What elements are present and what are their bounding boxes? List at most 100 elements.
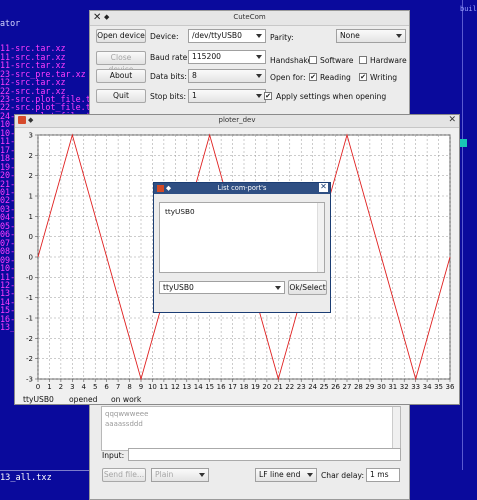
terminal-cursor (460, 139, 467, 147)
open-device-button[interactable]: Open device (96, 29, 146, 43)
close-icon[interactable]: ✕ (448, 115, 456, 125)
device-value: /dev/ttyUSB0 (192, 31, 242, 40)
x-tick-label: 16 (217, 383, 226, 391)
x-tick-label: 15 (205, 383, 214, 391)
x-tick-label: 28 (354, 383, 363, 391)
status-bar: ttyUSB0 opened on work (15, 394, 459, 406)
dialog-title: List com-port's (217, 184, 267, 192)
input-field[interactable] (128, 448, 401, 461)
apply-settings-checkbox[interactable]: ✔ (264, 92, 272, 100)
x-tick-label: 31 (388, 383, 397, 391)
port-select-combo[interactable]: ttyUSB0 (159, 281, 285, 294)
status-mode: on work (111, 395, 142, 404)
send-file-button[interactable]: Send file... (102, 468, 146, 482)
x-tick-label: 3 (70, 383, 74, 391)
plain-value: Plain (155, 470, 174, 479)
close-device-button[interactable]: Close device (96, 51, 146, 74)
y-tick-label: -2 (26, 335, 33, 343)
ok-select-button[interactable]: Ok/Select (288, 280, 327, 295)
software-checkbox[interactable] (309, 56, 317, 64)
x-tick-label: 32 (400, 383, 409, 391)
dialog-titlebar[interactable]: ◆ List com-port's ✕ (154, 183, 330, 194)
reading-label: Reading (320, 73, 351, 82)
x-tick-label: 1 (47, 383, 51, 391)
x-tick-label: 7 (116, 383, 120, 391)
y-tick-label: -3 (26, 376, 33, 384)
stop-bits-label: Stop bits: (150, 92, 187, 101)
cutecom-titlebar[interactable]: ✕ ◆ CuteCom (90, 11, 409, 26)
x-tick-label: 12 (171, 383, 180, 391)
data-bits-combo[interactable]: 8 (188, 69, 266, 83)
chevron-down-icon (256, 34, 262, 38)
open-for-label: Open for: (270, 73, 306, 82)
char-delay-spinbox[interactable]: 1 ms (366, 468, 400, 482)
chevron-down-icon (275, 285, 281, 290)
y-tick-label: 3 (29, 132, 33, 140)
chevron-down-icon (256, 74, 262, 78)
parity-label: Parity: (270, 33, 294, 42)
x-tick-label: 18 (240, 383, 249, 391)
x-tick-label: 17 (228, 383, 237, 391)
x-tick-label: 33 (411, 383, 420, 391)
data-bits-value: 8 (192, 71, 197, 80)
x-tick-label: 34 (423, 383, 432, 391)
terminal-line: ator (0, 17, 21, 28)
x-tick-label: 29 (365, 383, 374, 391)
x-tick-label: 35 (434, 383, 443, 391)
x-tick-label: 0 (36, 383, 40, 391)
y-tick-label: -0 (26, 274, 33, 282)
parity-combo[interactable]: None (336, 29, 406, 43)
x-tick-label: 23 (297, 383, 306, 391)
y-tick-label: -1 (26, 294, 33, 302)
terminal-bottom-line: 13_all.txz (0, 473, 52, 483)
baud-rate-combo[interactable]: 115200 (188, 50, 266, 64)
x-tick-label: 13 (182, 383, 191, 391)
hardware-label: Hardware (370, 56, 407, 65)
com-port-dialog: ◆ List com-port's ✕ ttyUSB0 ttyUSB0 Ok/S… (153, 182, 331, 313)
terminal-right-text: build (460, 5, 477, 13)
x-tick-label: 10 (148, 383, 157, 391)
line-end-combo[interactable]: LF line end (255, 468, 317, 482)
quit-button[interactable]: Quit (96, 89, 146, 103)
output-area[interactable]: qqqwwweee aaaassddd (101, 406, 401, 451)
device-label: Device: (150, 32, 179, 41)
output-scrollbar[interactable] (392, 407, 400, 450)
reading-checkbox[interactable]: ✔ (309, 73, 317, 81)
y-tick-label: 1 (29, 193, 33, 201)
baud-rate-label: Baud rate: (150, 53, 190, 62)
stop-bits-combo[interactable]: 1 (188, 89, 266, 103)
line-end-value: LF line end (259, 470, 301, 479)
y-tick-label: -1 (26, 315, 33, 323)
chevron-down-icon (396, 34, 402, 38)
x-tick-label: 2 (59, 383, 63, 391)
baud-rate-value: 115200 (192, 52, 221, 61)
y-tick-label: 1 (29, 213, 33, 221)
close-icon[interactable]: ✕ (319, 183, 328, 192)
list-item[interactable]: ttyUSB0 (165, 207, 319, 216)
writing-checkbox[interactable]: ✔ (359, 73, 367, 81)
plain-combo[interactable]: Plain (151, 468, 209, 482)
terminal-separator (0, 470, 95, 471)
data-bits-label: Data bits: (150, 72, 187, 81)
list-scrollbar[interactable] (317, 203, 324, 272)
x-tick-label: 30 (377, 383, 386, 391)
x-tick-label: 5 (93, 383, 97, 391)
chevron-down-icon (256, 94, 262, 98)
y-tick-label: -2 (26, 355, 33, 363)
input-label: Input: (102, 451, 125, 460)
plotter-titlebar[interactable]: ◆ ploter_dev ✕ (15, 115, 459, 128)
software-label: Software (320, 56, 354, 65)
port-list[interactable]: ttyUSB0 (159, 202, 325, 273)
device-combo[interactable]: /dev/ttyUSB0 (188, 29, 266, 43)
x-tick-label: 4 (82, 383, 87, 391)
x-tick-label: 27 (343, 383, 352, 391)
hardware-checkbox[interactable] (359, 56, 367, 64)
plotter-title: ploter_dev (218, 116, 256, 124)
terminal-divider (462, 0, 463, 470)
status-state: opened (69, 395, 98, 404)
port-select-value: ttyUSB0 (163, 283, 194, 292)
about-button[interactable]: About (96, 69, 146, 83)
x-tick-label: 21 (274, 383, 283, 391)
x-tick-label: 36 (446, 383, 455, 391)
parity-value: None (340, 31, 360, 40)
